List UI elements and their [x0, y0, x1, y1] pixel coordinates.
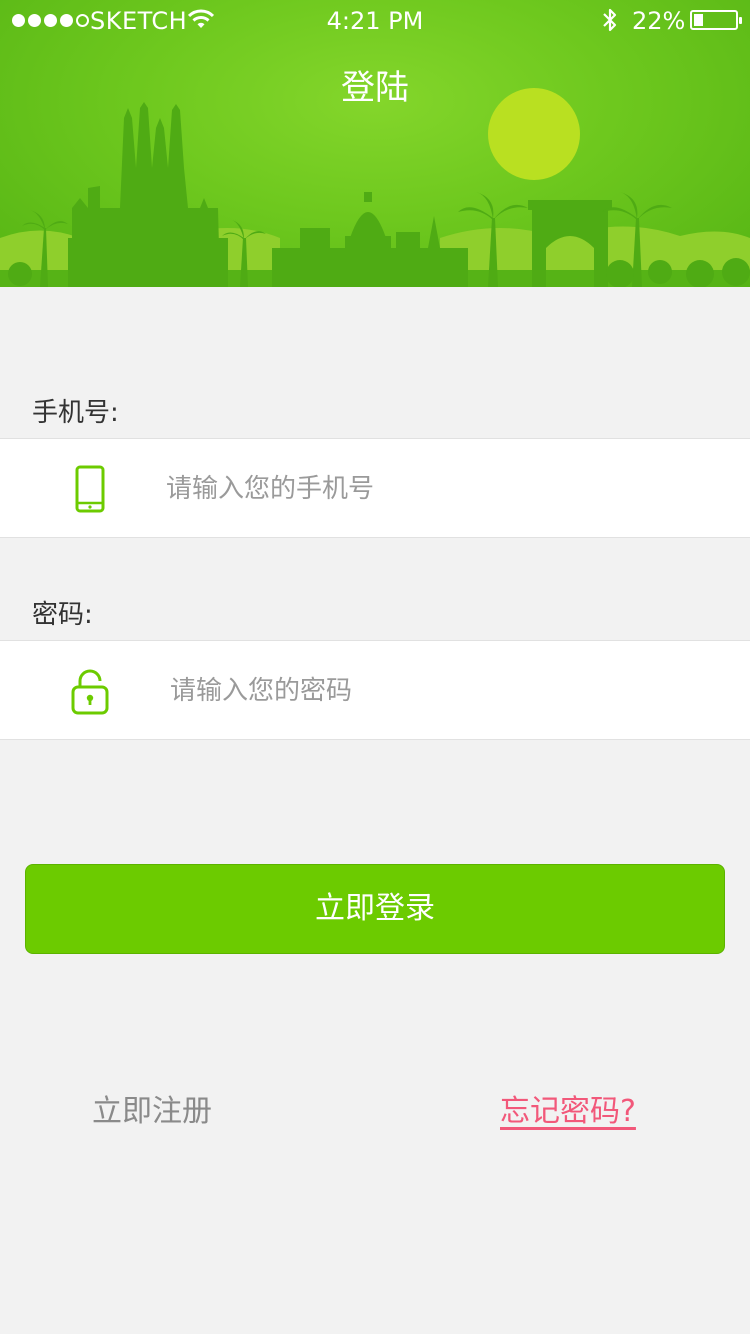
city-skyline-illustration: [0, 88, 750, 287]
phone-label: 手机号:: [32, 398, 119, 428]
battery-percent: 22%: [632, 7, 686, 35]
login-button[interactable]: 立即登录: [25, 864, 725, 954]
password-label: 密码:: [32, 600, 93, 630]
register-link[interactable]: 立即注册: [92, 1086, 212, 1130]
unlock-icon: [70, 669, 110, 717]
battery-icon: [690, 10, 742, 30]
mobile-phone-icon: [70, 465, 110, 513]
password-field[interactable]: [0, 640, 750, 740]
phone-field[interactable]: [0, 438, 750, 538]
password-input[interactable]: [170, 669, 730, 713]
status-bar: SKETCH 4:21 PM 22%: [0, 0, 750, 40]
phone-input[interactable]: [166, 467, 726, 511]
forgot-password-link[interactable]: 忘记密码?: [500, 1086, 636, 1130]
login-screen: SKETCH 4:21 PM 22% 登陆 手机号: 请输入您的手机号 密码: …: [0, 0, 750, 1334]
bluetooth-icon: [600, 6, 620, 40]
header-banner: SKETCH 4:21 PM 22% 登陆: [0, 0, 750, 287]
battery-level-fill: [694, 14, 703, 26]
